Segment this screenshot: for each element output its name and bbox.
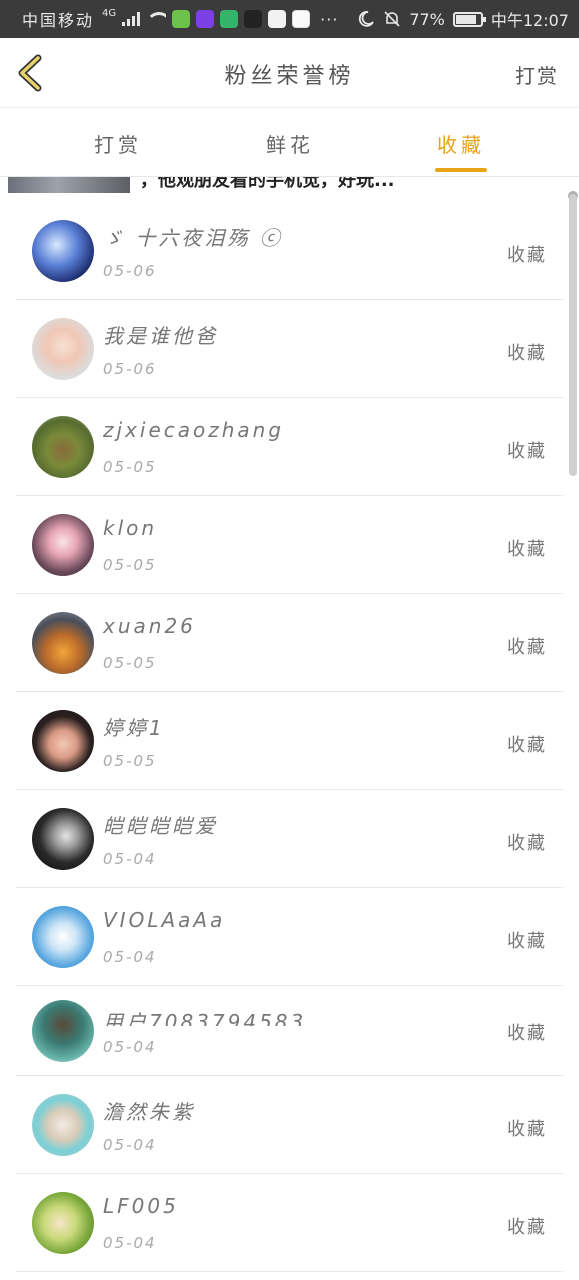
wifi-icon (146, 12, 167, 26)
action-type-label: 收藏 (507, 1217, 547, 1238)
user-name: klon (103, 516, 158, 540)
user-name: xuan26 (103, 614, 196, 638)
action-type-label: 收藏 (507, 343, 547, 364)
user-name: 婷婷1 (103, 716, 165, 740)
action-type-label: 收藏 (507, 1119, 547, 1140)
avatar[interactable] (32, 1192, 94, 1254)
action-type-label: 收藏 (507, 735, 547, 756)
list-item[interactable]: 澹然朱紫 05-04 收藏 (16, 1076, 563, 1174)
tip-button[interactable]: 打赏 (515, 60, 559, 89)
avatar[interactable] (32, 710, 94, 772)
avatar[interactable] (32, 220, 94, 282)
battery-percent: 77% (409, 9, 445, 29)
date-label: 05-05 (103, 556, 157, 574)
user-name: 澹然朱紫 (103, 1100, 195, 1124)
clock: 中午12:07 (490, 11, 569, 30)
active-tab-indicator (435, 168, 487, 172)
more-notifications-icon: ··· (320, 9, 339, 29)
user-name: zjxiecaozhang (103, 418, 285, 442)
action-type-label: 收藏 (507, 637, 547, 658)
app-notification-icon (196, 10, 215, 28)
avatar[interactable] (32, 612, 94, 674)
app-notification-icon (220, 10, 239, 28)
app-header: 粉丝荣誉榜 打赏 (0, 38, 579, 108)
list-item[interactable]: VIOLAaAa 05-04 收藏 (16, 888, 563, 986)
date-label: 05-05 (103, 458, 157, 476)
date-label: 05-04 (103, 850, 157, 868)
list-item[interactable]: LF005 05-04 收藏 (16, 1174, 563, 1272)
date-label: 05-05 (103, 654, 157, 672)
date-label: 05-05 (103, 752, 157, 770)
app-notification-icon (244, 10, 263, 28)
user-name: VIOLAaAa (103, 908, 226, 932)
fan-list: ゞ 十六夜泪殇 ⓒ 05-06 收藏 我是谁他爸 05-06 收藏 zjxiec… (16, 202, 563, 1272)
list-item[interactable]: 皑皑皑皑爱 05-04 收藏 (16, 790, 563, 888)
app-notification-icon (268, 10, 287, 28)
tab-flower[interactable]: 鲜花 (240, 129, 340, 158)
action-type-label: 收藏 (507, 245, 547, 266)
banner-partial[interactable]: ，他观朋友看的手机觉，好玩... (0, 177, 579, 194)
avatar[interactable] (32, 416, 94, 478)
avatar[interactable] (32, 906, 94, 968)
action-type-label: 收藏 (507, 833, 547, 854)
signal-icon (122, 12, 141, 26)
avatar[interactable] (32, 318, 94, 380)
battery-icon (452, 11, 486, 27)
network-type-label: 4G (102, 7, 117, 19)
avatar[interactable] (32, 808, 94, 870)
app-notification-icon (172, 10, 191, 28)
list-item[interactable]: klon 05-05 收藏 (16, 496, 563, 594)
action-type-label: 收藏 (507, 931, 547, 952)
tab-bar: 打赏 鲜花 收藏 (0, 109, 579, 177)
user-name: 皑皑皑皑爱 (103, 814, 218, 838)
tab-favorite[interactable]: 收藏 (411, 129, 511, 158)
scrollbar[interactable] (569, 194, 577, 476)
avatar[interactable] (32, 514, 94, 576)
list-item[interactable]: ゞ 十六夜泪殇 ⓒ 05-06 收藏 (16, 202, 563, 300)
list-item[interactable]: xuan26 05-05 收藏 (16, 594, 563, 692)
date-label: 05-04 (103, 1234, 157, 1252)
date-label: 05-06 (103, 360, 157, 378)
user-name: LF005 (103, 1194, 179, 1218)
date-label: 05-06 (103, 262, 157, 280)
avatar[interactable] (32, 1094, 94, 1156)
user-name: 我是谁他爸 (103, 324, 218, 348)
action-type-label: 收藏 (507, 539, 547, 560)
app-notification-icon (292, 10, 311, 28)
date-label: 05-04 (103, 1136, 157, 1154)
user-name: 用户7083794583 (103, 1010, 307, 1026)
status-bar: 中国移动 4G ··· 77% 中午12:07 (0, 0, 579, 38)
bell-muted-icon (384, 11, 400, 27)
tab-tip[interactable]: 打赏 (68, 129, 168, 158)
banner-thumbnail (8, 177, 130, 193)
avatar[interactable] (32, 1000, 94, 1062)
list-item[interactable]: 用户7083794583 05-04 收藏 (16, 986, 563, 1076)
list-item[interactable]: 婷婷1 05-05 收藏 (16, 692, 563, 790)
list-item[interactable]: 我是谁他爸 05-06 收藏 (16, 300, 563, 398)
user-name: ゞ 十六夜泪殇 ⓒ (103, 226, 283, 250)
action-type-label: 收藏 (507, 441, 547, 462)
page-title: 粉丝荣誉榜 (224, 64, 355, 89)
banner-text: ，他观朋友看的手机觉，好玩... (140, 177, 395, 191)
carrier-label: 中国移动 (22, 11, 95, 30)
action-type-label: 收藏 (507, 1023, 547, 1044)
list-item[interactable]: zjxiecaozhang 05-05 收藏 (16, 398, 563, 496)
date-label: 05-04 (103, 1038, 157, 1056)
moon-icon (359, 11, 375, 27)
date-label: 05-04 (103, 948, 157, 966)
